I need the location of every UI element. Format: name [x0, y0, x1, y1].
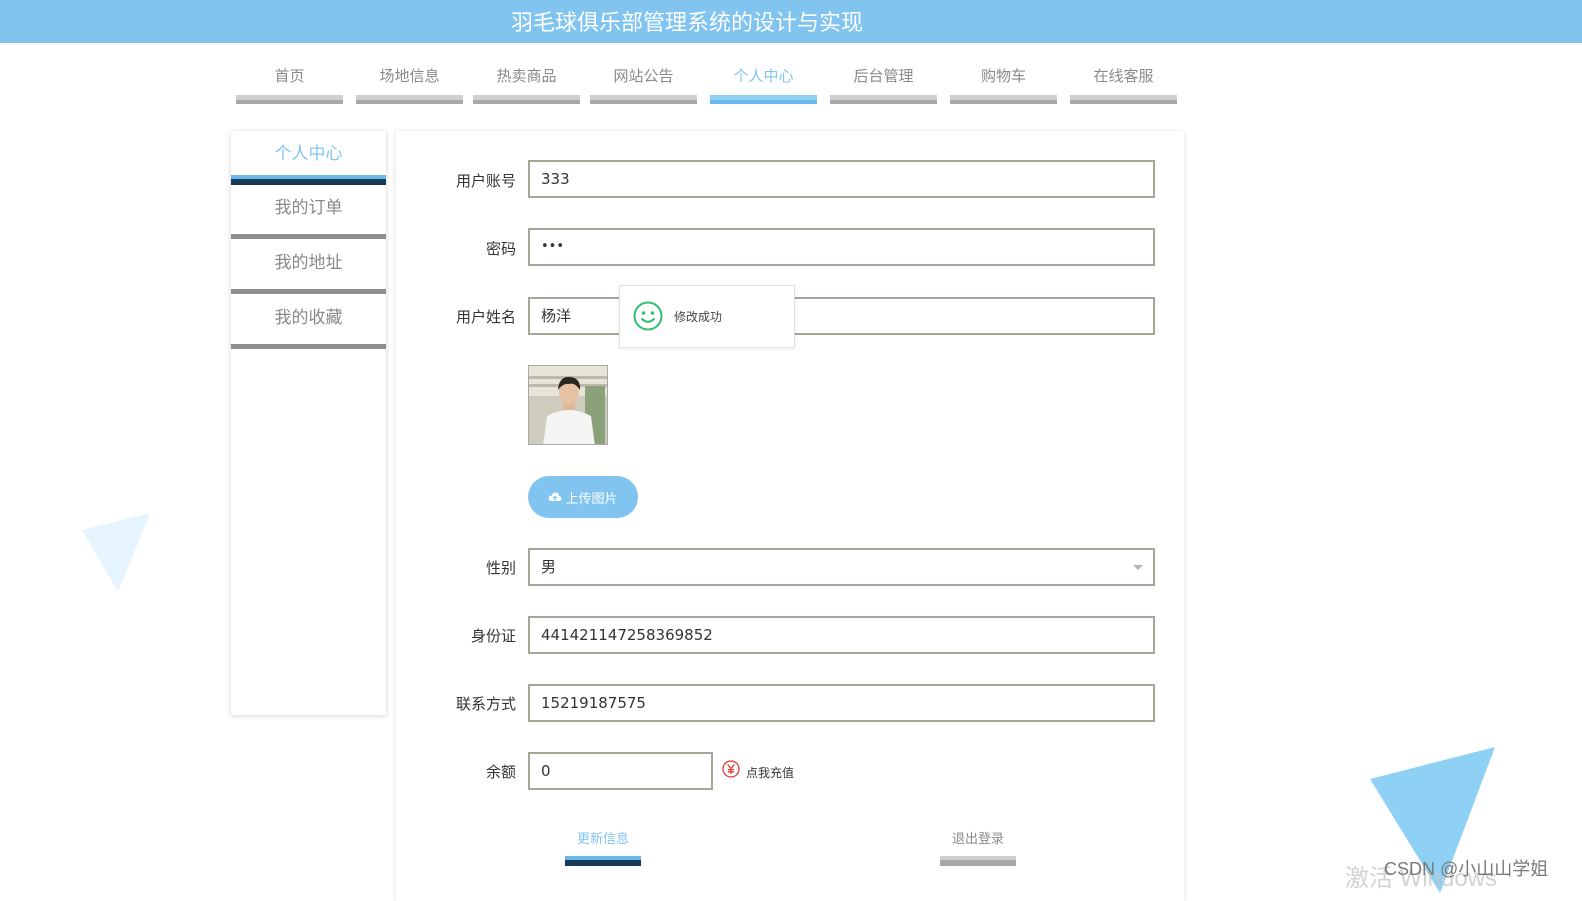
avatar-image	[528, 365, 608, 445]
nav-item-label: 场地信息	[379, 67, 440, 85]
phone-label: 联系方式	[455, 695, 516, 713]
smile-icon	[633, 301, 663, 331]
header-bar: 羽毛球俱乐部管理系统的设计与实现	[0, 0, 1582, 43]
sidebar-item-label: 我的订单	[274, 198, 343, 218]
sidebar-underline	[231, 344, 386, 349]
sidebar-item-address[interactable]: 我的地址	[231, 240, 386, 294]
account-label: 用户账号	[455, 172, 516, 190]
cloud-upload-icon	[549, 492, 562, 501]
update-info-label: 更新信息	[576, 832, 629, 847]
button-underline	[565, 856, 641, 866]
nav-item-label: 个人中心	[733, 67, 794, 85]
balance-input[interactable]: 0	[528, 752, 713, 790]
password-label: 密码	[485, 240, 516, 258]
logout-button[interactable]: 退出登录	[940, 830, 1016, 866]
nav-underline	[473, 95, 580, 104]
update-info-button[interactable]: 更新信息	[565, 830, 641, 866]
nav-item-label: 网站公告	[613, 67, 674, 85]
nav-underline	[950, 95, 1057, 104]
sidebar-underline	[231, 289, 386, 294]
nav-item-personal-center[interactable]: 个人中心	[710, 63, 817, 105]
csdn-watermark: CSDN @小山山学姐	[1384, 859, 1549, 879]
sidebar-underline	[231, 234, 386, 239]
nav-item-cart[interactable]: 购物车	[950, 63, 1057, 105]
nav-underline	[710, 95, 817, 104]
sidebar-item-label: 我的地址	[274, 253, 343, 273]
nav-item-label: 首页	[274, 67, 305, 85]
recharge-link[interactable]: 点我充值	[746, 764, 794, 781]
nav-item-venue[interactable]: 场地信息	[356, 63, 463, 105]
logout-label: 退出登录	[951, 832, 1004, 847]
upload-image-button[interactable]: 上传图片	[528, 476, 638, 518]
app-title: 羽毛球俱乐部管理系统的设计与实现	[511, 11, 864, 36]
nav-item-label: 后台管理	[853, 67, 914, 85]
button-underline	[940, 856, 1016, 866]
sidebar-item-orders[interactable]: 我的订单	[231, 185, 386, 239]
id-card-input[interactable]: 441421147258369852	[528, 616, 1155, 654]
success-toast: 修改成功	[619, 285, 795, 348]
sidebar: 个人中心 我的订单 我的地址 我的收藏	[231, 131, 386, 715]
account-input[interactable]: 333	[528, 160, 1155, 198]
nav-underline	[356, 95, 463, 104]
nav-item-label: 在线客服	[1093, 67, 1154, 85]
nav-item-label: 热卖商品	[496, 67, 557, 85]
gender-label: 性别	[485, 559, 516, 577]
sidebar-item-label: 个人中心	[274, 144, 343, 164]
sidebar-item-label: 我的收藏	[274, 308, 343, 328]
nav-underline	[236, 95, 343, 104]
gender-select[interactable]: 男	[528, 548, 1155, 586]
nav-item-online-service[interactable]: 在线客服	[1070, 63, 1177, 105]
gender-select-value: 男	[541, 558, 557, 576]
sidebar-underline	[231, 175, 386, 185]
nav-item-admin[interactable]: 后台管理	[830, 63, 937, 105]
sidebar-item-personal-center[interactable]: 个人中心	[231, 131, 386, 185]
nav-underline	[590, 95, 697, 104]
nav-underline	[830, 95, 937, 104]
id-card-label: 身份证	[470, 627, 516, 645]
nav-item-label: 购物车	[980, 67, 1026, 85]
nav-item-home[interactable]: 首页	[236, 63, 343, 105]
sidebar-item-favorites[interactable]: 我的收藏	[231, 295, 386, 349]
balance-label: 余额	[485, 763, 516, 781]
phone-input[interactable]: 15219187575	[528, 684, 1155, 722]
nav-item-announcements[interactable]: 网站公告	[590, 63, 697, 105]
upload-image-label: 上传图片	[565, 491, 618, 507]
nav-item-hot-products[interactable]: 热卖商品	[473, 63, 580, 105]
toast-message: 修改成功	[674, 310, 723, 324]
nav-underline	[1070, 95, 1177, 104]
decor-triangle-left	[82, 513, 150, 592]
yen-circle-icon[interactable]	[722, 760, 740, 778]
name-label: 用户姓名	[455, 308, 516, 326]
password-input[interactable]: •••	[528, 228, 1155, 266]
chevron-down-icon	[1133, 565, 1143, 570]
